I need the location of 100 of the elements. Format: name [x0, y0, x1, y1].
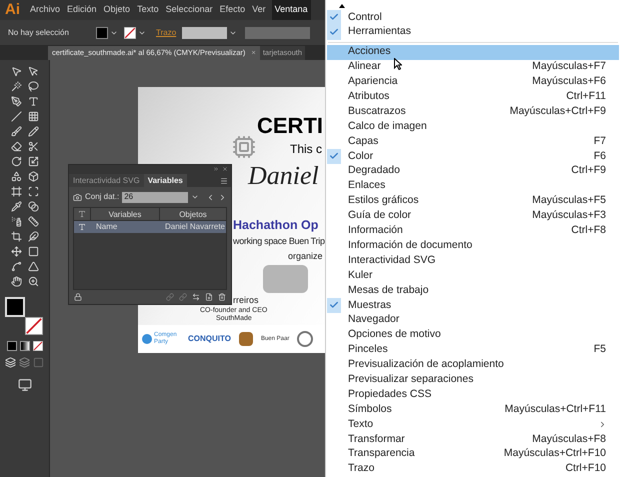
color-mode-swatch[interactable] — [6, 341, 16, 351]
blend-icon[interactable] — [28, 201, 38, 212]
menu-item[interactable]: Pinceles F5 — [327, 342, 619, 358]
zoom-icon[interactable] — [28, 276, 38, 287]
menu-item[interactable]: Capas F7 — [327, 134, 619, 150]
menu-item[interactable]: Acciones — [327, 44, 619, 60]
eyedropper-icon[interactable] — [10, 201, 22, 212]
rotate-icon[interactable] — [10, 156, 22, 167]
shortcut-text: F6 — [594, 148, 606, 164]
grid-icon[interactable] — [28, 111, 38, 122]
fill-color-swatch[interactable] — [4, 297, 24, 317]
menu-item[interactable]: Kuler — [327, 268, 619, 284]
menu-item[interactable]: Transformar Mayúsculas+F8 — [327, 432, 619, 447]
gradient-mode-swatch[interactable] — [20, 341, 30, 351]
close-icon[interactable] — [222, 166, 228, 172]
hand-icon[interactable] — [10, 276, 22, 287]
fill-swatch[interactable] — [96, 26, 108, 38]
menu-item[interactable]: Mesas de trabajo — [327, 283, 619, 298]
menu-item[interactable]: Archivo — [29, 0, 62, 20]
magic-wand-icon[interactable] — [10, 81, 22, 92]
triangle-icon[interactable] — [28, 261, 38, 272]
scale-icon[interactable] — [28, 156, 38, 167]
eraser-icon[interactable] — [10, 141, 22, 152]
menu-item[interactable]: Edición — [66, 0, 98, 20]
type-icon[interactable] — [28, 96, 38, 107]
menu-item[interactable]: Opciones de motivo — [327, 328, 619, 343]
menu-item[interactable]: Previsualizar separaciones — [327, 372, 619, 388]
menu-item[interactable]: Texto — [136, 0, 160, 20]
camera-icon[interactable] — [73, 192, 82, 202]
menu-item[interactable]: Calco de imagen — [327, 119, 619, 134]
dataset-select[interactable]: 26 — [122, 192, 188, 202]
menu-item[interactable]: Previsualización de acoplamiento — [327, 357, 619, 372]
column-header[interactable]: Variables — [90, 208, 160, 220]
menu-item[interactable]: Información de documento — [327, 238, 619, 254]
column-header[interactable]: Objetos — [160, 208, 226, 220]
menu-item[interactable]: Color F6 — [327, 149, 619, 164]
menu-item[interactable]: Muestras — [327, 298, 619, 313]
menu-item[interactable]: Estilos gráficos Mayúsculas+F5 — [327, 194, 619, 209]
line-icon[interactable] — [10, 111, 22, 122]
caret-icon[interactable] — [191, 193, 200, 201]
menu-item[interactable]: Seleccionar — [164, 0, 214, 20]
lock-icon[interactable] — [74, 293, 82, 301]
menu-item[interactable]: Información Ctrl+F8 — [327, 223, 619, 238]
brush-icon[interactable] — [10, 126, 22, 137]
square-icon[interactable] — [28, 246, 38, 257]
screen-mode-icon[interactable] — [18, 378, 32, 392]
app-logo: Ai — [5, 0, 20, 20]
scroll-up-icon[interactable] — [339, 4, 345, 8]
menu-item[interactable]: Herramientas — [327, 24, 619, 40]
menu-item[interactable]: Alinear Mayúsculas+F7 — [327, 60, 619, 75]
menu-item[interactable]: Navegador — [327, 312, 619, 328]
menu-item[interactable]: Propiedades CSS — [327, 387, 619, 402]
pen-icon[interactable] — [10, 96, 22, 107]
menu-item[interactable]: Ventana — [272, 0, 311, 20]
panel-tab[interactable]: Interactividad SVG — [69, 174, 144, 187]
trash-icon[interactable] — [218, 293, 226, 301]
menu-item[interactable]: Apariencia Mayúsculas+F6 — [327, 74, 619, 90]
menu-item[interactable]: Ver — [251, 0, 267, 20]
stroke-weight-field[interactable] — [182, 26, 228, 38]
scissors-icon[interactable] — [28, 141, 38, 152]
menu-item[interactable]: Efecto — [218, 0, 246, 20]
profile-field[interactable] — [245, 26, 310, 38]
draw-mode-icon[interactable] — [5, 357, 16, 368]
menu-item[interactable]: Control — [327, 10, 619, 25]
menu-item[interactable]: Degradado Ctrl+F9 — [327, 164, 619, 179]
feather-icon[interactable] — [28, 231, 38, 242]
stroke-swatch[interactable] — [124, 26, 136, 38]
table-row[interactable]: Name Daniel Navarrete — [74, 221, 226, 233]
pencil-icon[interactable] — [28, 126, 38, 137]
shortcut-text: Mayúsculas+Ctrl+F10 — [504, 446, 606, 462]
menu-item[interactable]: Guía de color Mayúsculas+F3 — [327, 208, 619, 224]
direct-selection-icon[interactable] — [28, 66, 38, 77]
none-mode-swatch[interactable] — [32, 341, 42, 351]
menu-item[interactable]: Buscatrazos Mayúsculas+Ctrl+F9 — [327, 104, 619, 120]
menu-item[interactable]: Texto — [327, 417, 619, 432]
box-icon[interactable] — [28, 171, 38, 182]
ruler-icon[interactable] — [28, 216, 38, 227]
panel-tab[interactable]: Variables — [144, 174, 187, 187]
shapes-icon[interactable] — [10, 171, 22, 182]
menu-item[interactable]: Trazo Ctrl+F10 — [327, 462, 619, 477]
menu-item[interactable]: Atributos Ctrl+F11 — [327, 89, 619, 104]
scan-icon[interactable] — [28, 186, 38, 197]
lasso-icon[interactable] — [28, 81, 38, 92]
menu-item[interactable]: Enlaces — [327, 178, 619, 194]
menu-item[interactable]: Interactividad SVG — [327, 253, 619, 268]
collapse-icon[interactable] — [213, 166, 219, 172]
new-variable-icon[interactable] — [205, 293, 213, 301]
panel-menu-icon[interactable] — [220, 177, 228, 185]
stroke-color-swatch[interactable] — [24, 317, 42, 335]
move-icon[interactable] — [10, 246, 22, 257]
menu-item[interactable]: Objeto — [102, 0, 132, 20]
spline-icon[interactable] — [10, 261, 22, 272]
stroke-label[interactable]: Trazo — [156, 26, 176, 38]
crop-icon[interactable] — [10, 231, 22, 242]
menu-item[interactable]: Transparencia Mayúsculas+Ctrl+F10 — [327, 446, 619, 462]
swap-icon[interactable] — [192, 293, 200, 301]
frame-icon[interactable] — [10, 186, 22, 197]
menu-item-label: Previsualización de acoplamiento — [348, 357, 504, 372]
selection-arrow-icon[interactable] — [10, 66, 22, 77]
menu-item[interactable]: Símbolos Mayúsculas+Ctrl+F11 — [327, 402, 619, 418]
